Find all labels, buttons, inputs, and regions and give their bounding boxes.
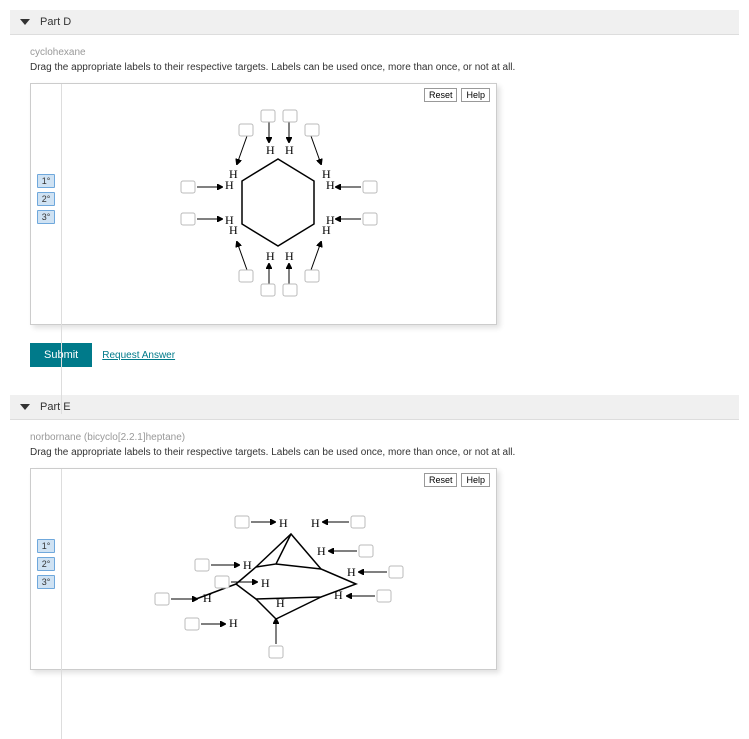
h-label: H (326, 178, 335, 192)
collapse-triangle-icon (20, 404, 30, 410)
h-label: H (334, 588, 343, 602)
label-1-primary[interactable]: 1° (37, 174, 56, 188)
label-1-primary[interactable]: 1° (37, 539, 56, 553)
h-label: H (276, 596, 285, 610)
drop-target[interactable] (181, 213, 195, 225)
drop-target[interactable] (269, 646, 283, 658)
part-d-submit-row: Submit Request Answer (30, 343, 739, 367)
drop-target[interactable] (377, 590, 391, 602)
part-e-content: norbornane (bicyclo[2.2.1]heptane) Drag … (10, 432, 739, 670)
drop-target[interactable] (235, 516, 249, 528)
drop-target[interactable] (359, 545, 373, 557)
part-d-subtitle: cyclohexane (30, 47, 739, 58)
drop-target[interactable] (261, 110, 275, 122)
part-d-content: cyclohexane Drag the appropriate labels … (10, 47, 739, 367)
drop-target[interactable] (283, 284, 297, 296)
drop-target[interactable] (155, 593, 169, 605)
h-label: H (243, 558, 252, 572)
drop-target[interactable] (181, 181, 195, 193)
part-e-subtitle: norbornane (bicyclo[2.2.1]heptane) (30, 432, 739, 443)
h-label: H (229, 167, 238, 181)
part-d-title: Part D (40, 16, 71, 28)
drop-target[interactable] (283, 110, 297, 122)
h-label: H (225, 213, 234, 227)
drop-target[interactable] (195, 559, 209, 571)
label-3-tertiary[interactable]: 3° (37, 210, 56, 224)
drop-target[interactable] (305, 270, 319, 282)
label-2-secondary[interactable]: 2° (37, 557, 56, 571)
h-label: H (322, 223, 331, 237)
drop-target[interactable] (351, 516, 365, 528)
part-d-instruction: Drag the appropriate labels to their res… (30, 62, 739, 73)
h-label: H (266, 143, 275, 157)
part-e-canvas: Reset Help 1° 2° 3° H H H H (30, 468, 497, 670)
h-label: H (285, 249, 294, 263)
h-label: H (285, 143, 294, 157)
part-d-canvas: Reset Help 1° 2° 3° H H H (30, 83, 497, 325)
drop-target[interactable] (261, 284, 275, 296)
label-3-tertiary[interactable]: 3° (37, 575, 56, 589)
drop-target[interactable] (363, 181, 377, 193)
drop-target[interactable] (185, 618, 199, 630)
h-label: H (311, 516, 320, 530)
drop-target[interactable] (389, 566, 403, 578)
part-e-label-tray: 1° 2° 3° (31, 469, 62, 739)
h-label: H (229, 616, 238, 630)
part-e-instruction: Drag the appropriate labels to their res… (30, 447, 739, 458)
h-label: H (279, 516, 288, 530)
h-label: H (261, 576, 270, 590)
label-2-secondary[interactable]: 2° (37, 192, 56, 206)
drop-target[interactable] (215, 576, 229, 588)
part-e-diagram[interactable]: H H H H H H H H H H (61, 469, 496, 669)
collapse-triangle-icon (20, 19, 30, 25)
drop-target[interactable] (305, 124, 319, 136)
request-answer-link[interactable]: Request Answer (102, 350, 175, 361)
h-label: H (347, 565, 356, 579)
h-label: H (203, 591, 212, 605)
part-d-header[interactable]: Part D (10, 10, 739, 35)
part-e-header[interactable]: Part E (10, 395, 739, 420)
part-d-label-tray: 1° 2° 3° (31, 84, 62, 414)
part-d-diagram[interactable]: H H H H H H H H H H (61, 84, 496, 324)
drop-target[interactable] (239, 124, 253, 136)
drop-target[interactable] (363, 213, 377, 225)
h-label: H (266, 249, 275, 263)
drop-target[interactable] (239, 270, 253, 282)
h-label: H (317, 544, 326, 558)
